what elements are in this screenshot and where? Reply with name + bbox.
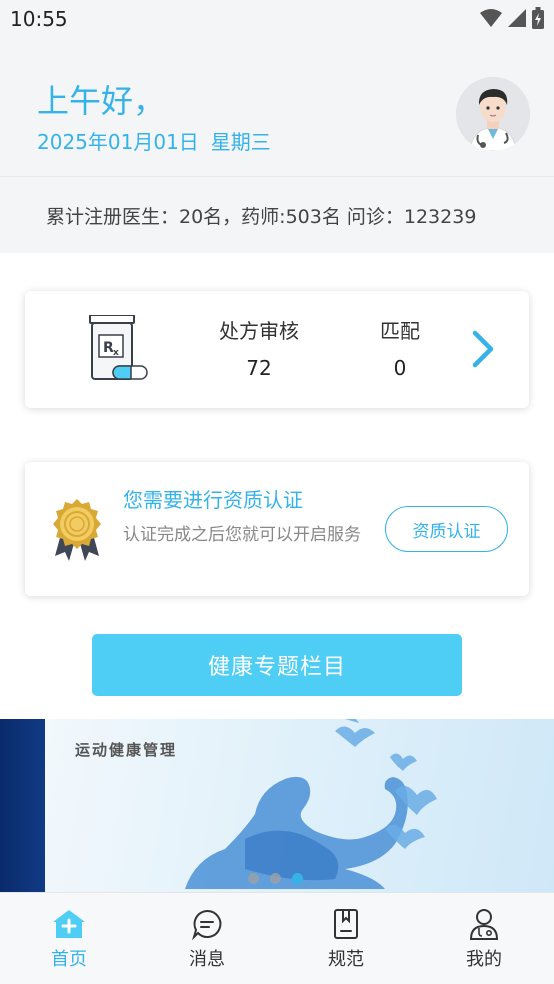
banner-carousel[interactable]: 运动健康管理: [0, 719, 554, 892]
certify-button[interactable]: 资质认证: [385, 506, 508, 552]
status-icons: [480, 7, 544, 29]
stats-text: 累计注册医生：20名，药师:503名 问诊：123239: [46, 206, 477, 228]
prescription-card[interactable]: R x 处方审核 72 匹配 0: [25, 291, 529, 408]
svg-text:x: x: [113, 348, 119, 358]
match-value: 0: [393, 356, 407, 380]
greeting-text: 上午好，: [37, 82, 166, 120]
date-text: 2025年01月01日: [37, 130, 199, 154]
tab-messages[interactable]: 消息: [138, 893, 276, 984]
banner-prev-slide: [0, 719, 45, 892]
prescription-bottle-icon: R x: [87, 314, 149, 387]
tab-home[interactable]: 首页: [0, 893, 138, 984]
health-topics-button[interactable]: 健康专题栏目: [92, 634, 462, 696]
yoga-figure-illustration: [185, 719, 437, 889]
carousel-dot[interactable]: [270, 873, 281, 884]
guideline-icon: [332, 907, 360, 941]
stats-marquee: 累计注册医生：20名，药师:503名 问诊：123239: [0, 177, 554, 253]
chevron-right-icon[interactable]: [469, 329, 499, 373]
certification-card: 您需要进行资质认证 认证完成之后您就可以开启服务 资质认证: [25, 462, 529, 596]
carousel-dots: [248, 873, 303, 884]
banner-slide[interactable]: 运动健康管理: [45, 719, 554, 892]
match-label: 匹配: [380, 319, 420, 343]
avatar[interactable]: [456, 77, 530, 151]
weekday-text: 星期三: [210, 130, 271, 154]
header: 上午好， 2025年01月01日 星期三: [0, 40, 554, 176]
bottom-tab-bar: 首页 消息 规范 我的: [0, 892, 554, 984]
match-stat: 匹配 0: [365, 315, 435, 380]
carousel-dot[interactable]: [248, 873, 259, 884]
tab-messages-label: 消息: [189, 949, 225, 970]
home-icon: [52, 907, 86, 941]
status-bar: 10:55: [0, 0, 554, 40]
carousel-dot-active[interactable]: [292, 873, 303, 884]
certification-title: 您需要进行资质认证: [123, 488, 303, 512]
tab-guidelines[interactable]: 规范: [277, 893, 415, 984]
doctor-avatar-icon: [456, 77, 530, 151]
profile-icon: [468, 907, 500, 941]
status-time: 10:55: [10, 7, 68, 31]
signal-icon: [508, 9, 526, 27]
message-icon: [191, 907, 223, 941]
certification-description: 认证完成之后您就可以开启服务: [123, 525, 361, 545]
medal-icon: [51, 498, 103, 566]
tab-profile-label: 我的: [466, 949, 502, 970]
tab-profile[interactable]: 我的: [415, 893, 553, 984]
tab-home-label: 首页: [51, 949, 87, 970]
prescription-review-value: 72: [246, 356, 272, 380]
battery-icon: [532, 7, 544, 29]
prescription-review-label: 处方审核: [219, 319, 299, 343]
date-line: 2025年01月01日 星期三: [37, 126, 283, 155]
tab-guidelines-label: 规范: [328, 949, 364, 970]
main-content: R x 处方审核 72 匹配 0 您需要进行资质认证 认证完成之后您就可以开启服…: [0, 253, 554, 719]
wifi-icon: [480, 9, 502, 27]
prescription-review-stat: 处方审核 72: [207, 315, 311, 380]
